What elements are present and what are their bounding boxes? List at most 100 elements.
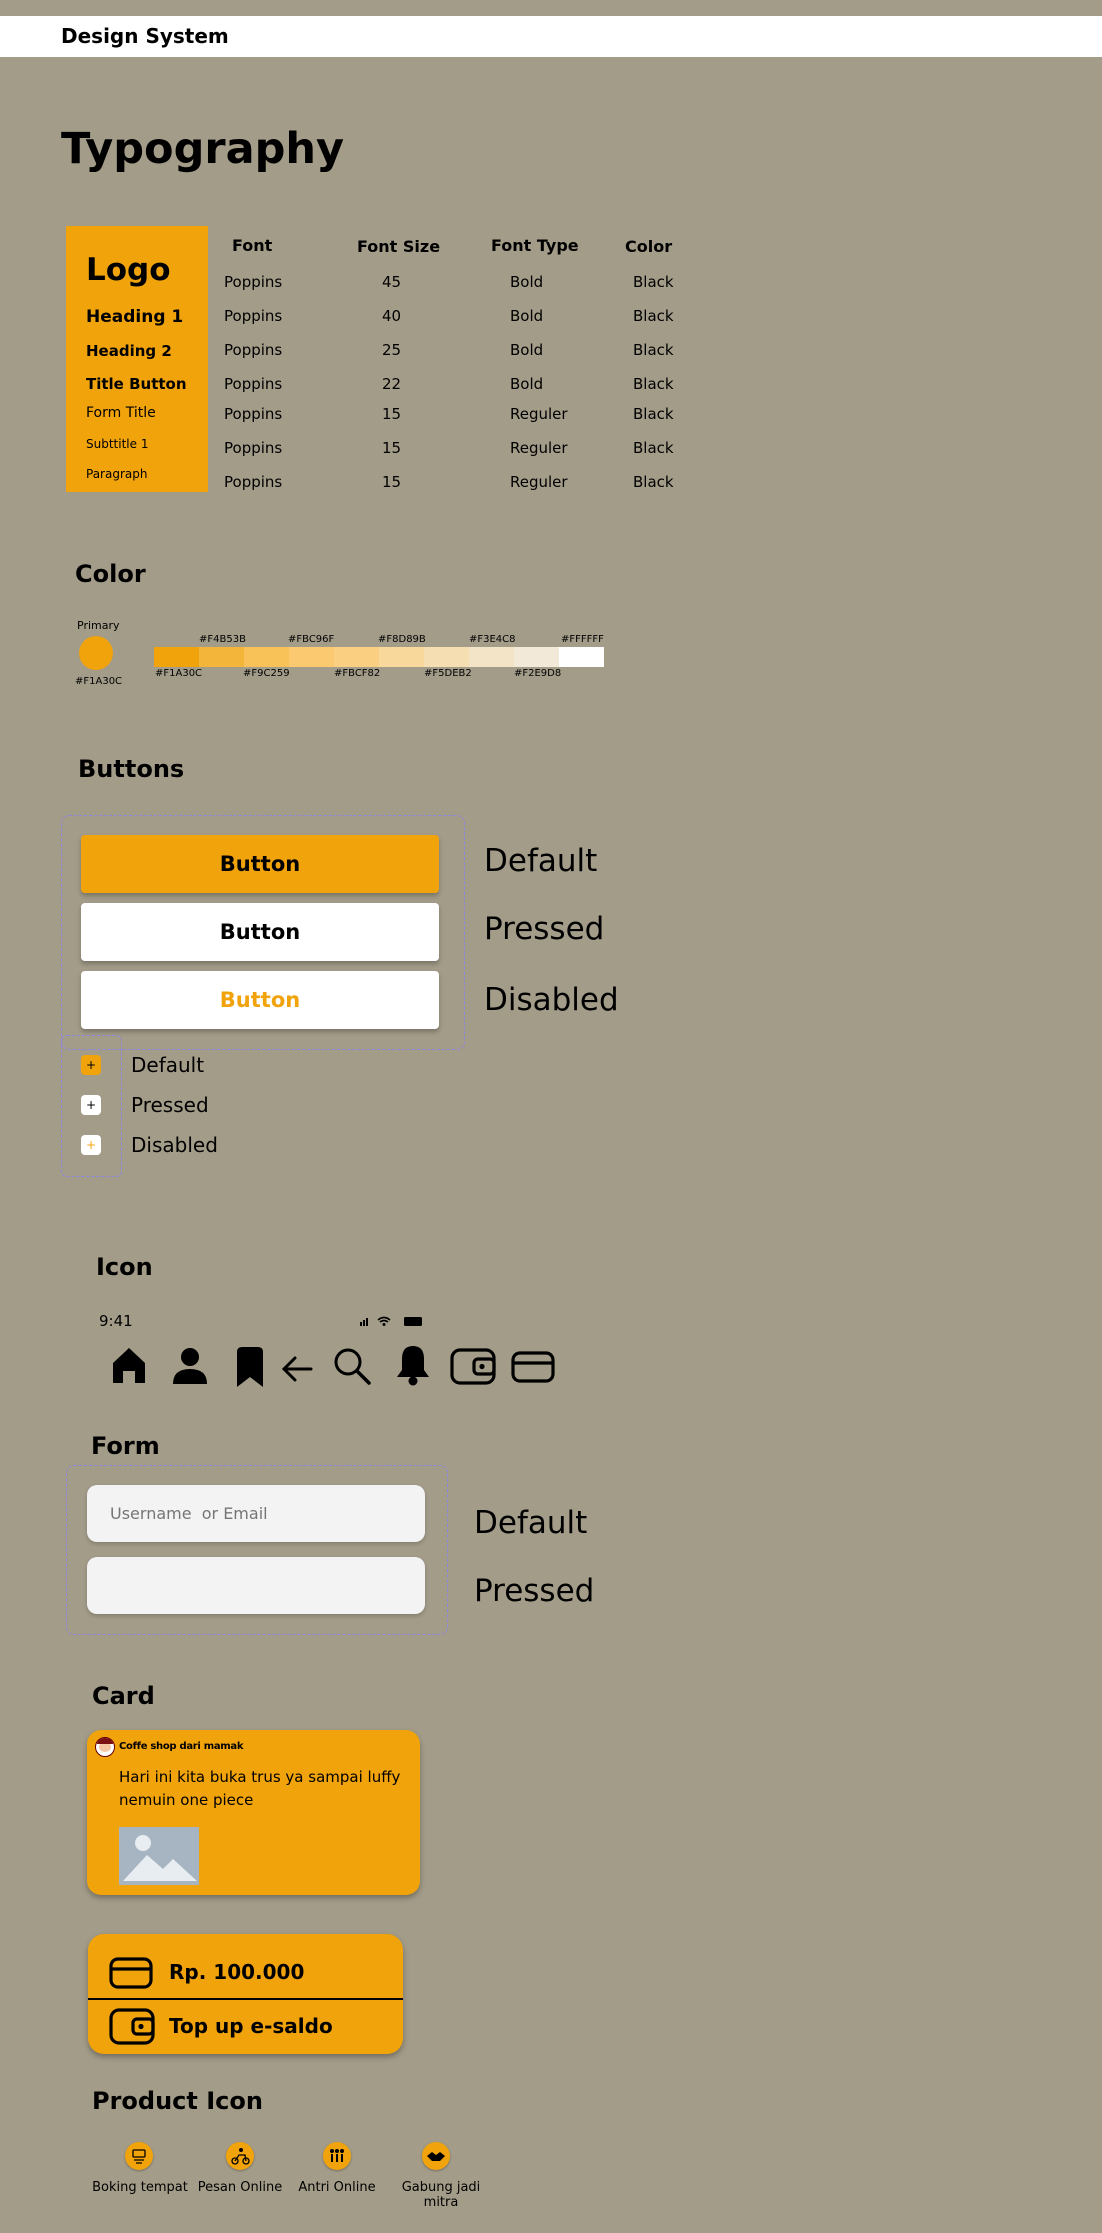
status-icons: [360, 1316, 422, 1326]
style-logo: Logo: [86, 252, 171, 288]
style-paragraph: Paragraph: [86, 467, 148, 481]
status-time: 9:41: [99, 1312, 133, 1330]
image-placeholder-icon: [119, 1827, 199, 1885]
home-icon[interactable]: [111, 1345, 147, 1385]
topup-button[interactable]: Top up e-saldo: [169, 2014, 333, 2038]
typography-heading: Typography: [61, 124, 345, 174]
button-disabled[interactable]: Button: [81, 971, 439, 1029]
bookmark-icon[interactable]: [235, 1346, 265, 1388]
cell-font: Poppins: [224, 439, 283, 457]
cell-size: 15: [382, 405, 402, 423]
button-default[interactable]: Button: [81, 835, 439, 893]
cell-type: Reguler: [510, 439, 568, 457]
delivery-icon[interactable]: [226, 2142, 254, 2170]
swatch-label: #F3E4C8: [469, 634, 516, 645]
style-form-title: Form Title: [86, 405, 156, 421]
product-icon-heading: Product Icon: [92, 2087, 263, 2115]
cell-type: Reguler: [510, 405, 568, 423]
cell-color: Black: [633, 473, 674, 491]
style-subtitle-1: Subttitle 1: [86, 437, 149, 451]
swatch: [289, 647, 334, 667]
cell-type: Bold: [510, 375, 544, 393]
card-icon: [109, 1957, 153, 1989]
cell-type: Reguler: [510, 473, 568, 491]
button-pressed[interactable]: Button: [81, 903, 439, 961]
cell-color: Black: [633, 307, 674, 325]
card-heading: Card: [92, 1682, 155, 1710]
style-heading-2: Heading 2: [86, 342, 172, 360]
cell-color: Black: [633, 405, 674, 423]
cell-color: Black: [633, 341, 674, 359]
primary-label: Primary: [77, 619, 120, 632]
buttons-heading: Buttons: [78, 755, 185, 783]
avatar: [95, 1737, 115, 1757]
divider: [88, 1998, 403, 2000]
cell-size: 45: [382, 273, 402, 291]
top-bar: Design System: [0, 16, 1102, 57]
swatch-label: #F1A30C: [155, 668, 203, 679]
primary-hex: #F1A30C: [75, 676, 123, 687]
plus-button-disabled[interactable]: +: [81, 1135, 101, 1155]
cell-font: Poppins: [224, 273, 283, 291]
plus-button-default[interactable]: +: [81, 1055, 101, 1075]
cell-font: Poppins: [224, 375, 283, 393]
queue-icon[interactable]: [323, 2142, 351, 2170]
search-icon[interactable]: [332, 1346, 372, 1386]
cell-type: Bold: [510, 273, 544, 291]
swatch: [559, 647, 604, 667]
swatch-label: #F8D89B: [378, 634, 426, 645]
wallet-card: Rp. 100.000 Top up e-saldo: [88, 1934, 403, 2054]
cell-color: Black: [633, 375, 674, 393]
username-input-pressed[interactable]: [87, 1557, 425, 1614]
app-title: Design System: [61, 24, 229, 48]
form-heading: Form: [91, 1432, 160, 1460]
bell-icon[interactable]: [395, 1343, 431, 1386]
card-icon[interactable]: [511, 1351, 555, 1383]
cell-font: Poppins: [224, 473, 283, 491]
cell-type: Bold: [510, 341, 544, 359]
icon-heading: Icon: [96, 1253, 153, 1281]
state-label-default: Default: [484, 843, 598, 879]
cell-size: 22: [382, 375, 402, 393]
username-input-default[interactable]: [87, 1485, 425, 1542]
post-text: Hari ini kita buka trus ya sampai luffy …: [119, 1768, 401, 1809]
swatch-label: #FFFFFF: [561, 634, 604, 645]
swatch-label: #F5DEB2: [424, 668, 472, 679]
swatch-label: #FBCF82: [334, 668, 381, 679]
booking-icon[interactable]: [125, 2142, 153, 2170]
swatch-label: #FBC96F: [288, 634, 335, 645]
arrow-left-icon[interactable]: [281, 1355, 313, 1383]
user-icon[interactable]: [172, 1347, 208, 1385]
product-label: Boking tempat: [92, 2180, 188, 2195]
state-label-pressed: Pressed: [484, 911, 605, 947]
product-label: Pesan Online: [197, 2180, 283, 2195]
swatch-label: #F4B53B: [199, 634, 246, 645]
product-label: Antri Online: [298, 2180, 376, 2195]
post-card[interactable]: Coffe shop dari mamak Hari ini kita buka…: [87, 1730, 420, 1895]
plus-button-pressed[interactable]: +: [81, 1095, 101, 1115]
cell-color: Black: [633, 439, 674, 457]
swatch: [154, 647, 199, 667]
cell-size: 15: [382, 473, 402, 491]
swatch: [469, 647, 514, 667]
partner-icon[interactable]: [422, 2142, 450, 2170]
wallet-icon: [109, 2008, 155, 2045]
primary-swatch: [79, 636, 113, 670]
cell-size: 15: [382, 439, 402, 457]
col-font-type: Font Type: [491, 236, 579, 255]
cell-type: Bold: [510, 307, 544, 325]
cell-font: Poppins: [224, 341, 283, 359]
style-title-button: Title Button: [86, 375, 187, 393]
mini-state-pressed: Pressed: [131, 1093, 209, 1117]
post-author: Coffe shop dari mamak: [119, 1741, 244, 1752]
color-heading: Color: [75, 560, 146, 588]
cell-size: 25: [382, 341, 402, 359]
form-state-pressed: Pressed: [474, 1573, 595, 1609]
swatch: [199, 647, 244, 667]
col-color: Color: [625, 237, 673, 256]
cell-font: Poppins: [224, 405, 283, 423]
state-label-disabled: Disabled: [484, 982, 619, 1018]
swatch-label: #F2E9D8: [514, 668, 562, 679]
col-font-size: Font Size: [357, 237, 441, 256]
wallet-icon[interactable]: [450, 1346, 496, 1386]
